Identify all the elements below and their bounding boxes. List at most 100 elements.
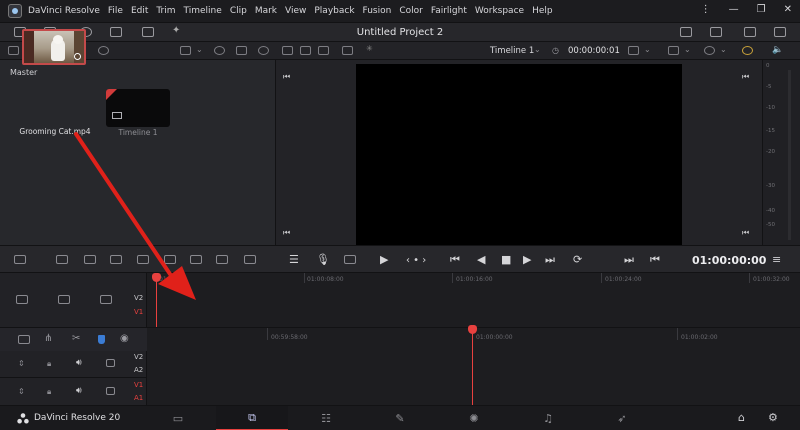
safe-area-icon[interactable] <box>704 46 715 55</box>
chevron-down-icon[interactable]: ⌄ <box>644 45 651 54</box>
search-icon[interactable] <box>214 46 225 55</box>
color-wheel-icon[interactable] <box>742 46 753 55</box>
place-on-top-icon[interactable] <box>137 255 149 264</box>
timeline-view-icon[interactable] <box>18 335 30 344</box>
ripple-overwrite-icon[interactable] <box>164 255 176 264</box>
go-to-start-icon[interactable]: ⏮ <box>450 254 460 265</box>
clip-name[interactable]: Grooming Cat.mp4 <box>12 127 98 136</box>
chevron-down-icon[interactable]: ⌄ <box>684 45 691 54</box>
share-icon[interactable] <box>680 27 692 37</box>
lower-timeline[interactable]: 00:59:58:00 01:00:00:00 01:00:02:00 <box>147 327 800 405</box>
sort-icon[interactable] <box>236 46 247 55</box>
go-to-end-icon[interactable]: ⏭ <box>545 254 555 265</box>
next-edit-icon[interactable]: ⏭ <box>624 254 634 265</box>
speaker-icon[interactable]: 🔈 <box>772 45 783 55</box>
image-icon[interactable] <box>300 46 311 55</box>
razor-icon[interactable]: ✂ <box>72 333 80 344</box>
volume-icon[interactable]: 🔊︎ <box>76 386 82 396</box>
menu-clip[interactable]: Clip <box>230 6 247 16</box>
timeline-selector[interactable]: Timeline 1 <box>490 46 534 56</box>
menu-trim[interactable]: Trim <box>156 6 175 16</box>
more-options-icon[interactable]: ⋮ <box>701 4 711 15</box>
audio-format-icon[interactable] <box>344 255 356 264</box>
chevron-down-icon[interactable]: ⌄ <box>534 45 541 54</box>
mark-icon[interactable]: ✳ <box>366 44 377 53</box>
cut-page-tab[interactable]: ⧉ <box>216 406 288 430</box>
film-strip-icon[interactable] <box>318 46 329 55</box>
source-timecode[interactable]: 00:00:00:01 <box>568 46 620 56</box>
overwrite-clip-icon[interactable] <box>84 255 96 264</box>
deliver-page-tab[interactable]: ➶ <box>586 406 658 430</box>
timeline-name[interactable]: Timeline 1 <box>106 128 170 137</box>
options-menu-icon[interactable]: ≡ <box>772 253 781 266</box>
source-overwrite-icon[interactable] <box>244 255 256 264</box>
fairlight-page-tab[interactable]: ♫ <box>512 406 584 430</box>
chevron-down-icon[interactable]: ⌄ <box>196 45 203 54</box>
loop-jog-icon[interactable]: ▶ <box>380 254 388 265</box>
menu-workspace[interactable]: Workspace <box>475 6 524 16</box>
menu-edit[interactable]: Edit <box>131 6 148 16</box>
viewer-screen[interactable] <box>356 64 682 245</box>
edit-mode-icon[interactable] <box>14 255 26 264</box>
minimize-icon[interactable]: — <box>729 4 739 15</box>
replace-clip-icon[interactable] <box>110 255 122 264</box>
source-viewer-icon[interactable] <box>282 46 293 55</box>
refresh-icon[interactable] <box>258 46 269 55</box>
microphone-icon[interactable]: 🎙 <box>316 254 330 265</box>
out-point-icon[interactable]: ⏮ <box>742 228 749 238</box>
lock-icon[interactable]: 🔒︎ <box>47 359 51 369</box>
fusion-page-tab[interactable]: ✎ <box>364 406 436 430</box>
jog-nav[interactable]: ‹ • › <box>406 255 426 266</box>
track-tool-icon[interactable] <box>58 295 70 304</box>
viewer-size-icon[interactable] <box>628 46 639 55</box>
metadata-icon[interactable] <box>774 27 786 37</box>
fullscreen-viewer-icon[interactable] <box>710 27 722 37</box>
menu-playback[interactable]: Playback <box>314 6 354 16</box>
edit-page-tab[interactable]: ☷ <box>290 406 362 430</box>
in-point-icon[interactable]: ⏮ <box>283 72 290 82</box>
fit-to-fill-icon[interactable] <box>190 255 202 264</box>
home-icon[interactable]: ⌂ <box>738 411 745 424</box>
color-page-tab[interactable]: ✺ <box>438 406 510 430</box>
in-point-icon[interactable]: ⏮ <box>742 72 749 82</box>
app-name-menu[interactable]: DaVinci Resolve <box>28 6 100 16</box>
media-page-tab[interactable]: ▭ <box>142 406 214 430</box>
upper-timeline[interactable]: 01 01:00:08:00 01:00:16:00 01:00:24:00 0… <box>147 273 800 327</box>
menu-mark[interactable]: Mark <box>255 6 277 16</box>
record-timecode[interactable]: 01:00:00:00 <box>692 254 766 267</box>
volume-icon[interactable]: 🔊︎ <box>76 358 82 368</box>
menu-fusion[interactable]: Fusion <box>363 6 392 16</box>
menu-file[interactable]: File <box>108 6 123 16</box>
menu-timeline[interactable]: Timeline <box>184 6 222 16</box>
settings-gear-icon[interactable]: ⚙ <box>768 411 778 424</box>
chevron-down-icon[interactable]: ⌄ <box>720 45 727 54</box>
unlink-icon[interactable] <box>98 46 109 55</box>
overlay-icon[interactable] <box>668 46 679 55</box>
out-point-icon[interactable]: ⏮ <box>283 228 290 238</box>
append-icon[interactable] <box>216 255 228 264</box>
upper-playhead[interactable] <box>156 280 157 327</box>
loop-icon[interactable]: ⟳ <box>573 254 582 265</box>
track-tool-icon[interactable] <box>16 295 28 304</box>
track-move-icon[interactable]: ⇕ <box>18 359 25 368</box>
sidebar-toggle-icon[interactable] <box>8 46 19 55</box>
track-move-icon[interactable]: ⇕ <box>18 387 25 396</box>
snapping-icon[interactable]: ⋔ <box>44 333 52 344</box>
mixer-icon[interactable] <box>744 27 756 37</box>
compare-icon[interactable] <box>342 46 353 55</box>
maximize-icon[interactable]: ❐ <box>757 4 766 15</box>
play-icon[interactable]: ▶ <box>523 254 531 265</box>
settings-sliders-icon[interactable]: ☰ <box>289 254 299 265</box>
menu-help[interactable]: Help <box>532 6 553 16</box>
timeline-thumbnail[interactable] <box>106 89 170 127</box>
track-tool-icon[interactable] <box>100 295 112 304</box>
lower-playhead[interactable] <box>472 332 473 405</box>
thumbnail-view-icon[interactable] <box>180 46 191 55</box>
monitor-icon[interactable] <box>106 359 115 367</box>
lock-icon[interactable]: 🔒︎ <box>47 387 51 397</box>
menu-color[interactable]: Color <box>399 6 423 16</box>
view-options-icon[interactable]: ◉ <box>120 333 129 344</box>
monitor-icon[interactable] <box>106 387 115 395</box>
play-reverse-icon[interactable]: ◀ <box>477 254 485 265</box>
insert-clip-icon[interactable] <box>56 255 68 264</box>
